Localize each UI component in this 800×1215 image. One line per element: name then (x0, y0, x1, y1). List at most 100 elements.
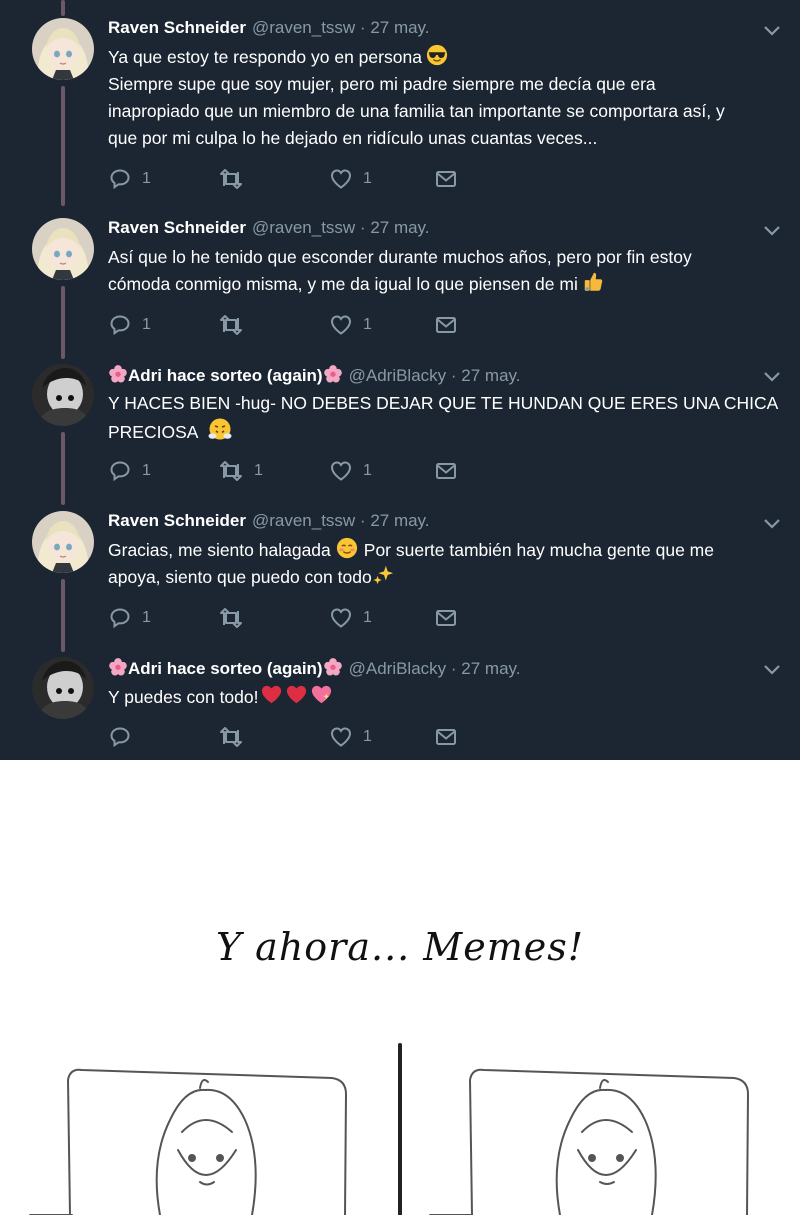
like-button[interactable]: 1 (329, 313, 372, 337)
tweet-header: Raven Schneider @raven_tssw · 27 may. (108, 218, 430, 237)
thread-line (61, 432, 65, 505)
retweet-count: 1 (254, 462, 263, 479)
reply-button[interactable] (108, 725, 142, 749)
retweet-icon (218, 167, 244, 191)
tweet-actions: 1 1 (108, 167, 488, 191)
thread-line (61, 0, 65, 16)
reply-button[interactable]: 1 (108, 313, 151, 337)
display-name[interactable]: Raven Schneider (108, 511, 246, 530)
flower-emoji-icon (323, 657, 343, 677)
tweet-text: Así que lo he tenido que esconder durant… (108, 247, 692, 294)
smiling-blush-emoji-icon (336, 537, 358, 559)
like-count: 1 (363, 609, 372, 626)
mail-icon (434, 725, 458, 749)
user-handle[interactable]: @AdriBlacky (349, 366, 447, 385)
avatar[interactable] (32, 218, 94, 280)
reply-button[interactable]: 1 (108, 459, 151, 483)
retweet-button[interactable] (218, 313, 254, 337)
face-with-steam-emoji-icon (208, 417, 232, 441)
tweet-text: Ya que estoy te respondo yo en persona S… (108, 44, 788, 152)
retweet-icon (218, 606, 244, 630)
heart-icon (329, 725, 353, 749)
display-name[interactable]: Raven Schneider (108, 218, 246, 237)
thread-line (61, 286, 65, 359)
like-count: 1 (363, 728, 372, 745)
tweet-header: Raven Schneider @raven_tssw · 27 may. (108, 511, 430, 530)
direct-message-button[interactable] (434, 725, 458, 749)
reply-count: 1 (142, 609, 151, 626)
direct-message-button[interactable] (434, 313, 458, 337)
chevron-down-icon[interactable] (762, 663, 782, 677)
flower-emoji-icon (323, 364, 343, 384)
reply-icon (108, 459, 132, 483)
reply-icon (108, 167, 132, 191)
sparkling-heart-emoji-icon (310, 683, 333, 706)
flower-emoji-icon (108, 657, 128, 677)
display-name[interactable]: Adri hace sorteo (again) (128, 366, 323, 385)
user-handle[interactable]: @raven_tssw (252, 511, 355, 530)
like-button[interactable]: 1 (329, 459, 372, 483)
comic-panels-illustration (29, 1043, 750, 1215)
user-handle[interactable]: @raven_tssw (252, 218, 355, 237)
heart-icon (329, 167, 353, 191)
thread-line (61, 86, 65, 206)
tweet-header: Adri hace sorteo (again) @AdriBlacky · 27… (108, 364, 521, 386)
tweet-actions: 1 (108, 725, 488, 749)
retweet-icon (218, 459, 244, 483)
chevron-down-icon[interactable] (762, 24, 782, 38)
chevron-down-icon[interactable] (762, 517, 782, 531)
display-name[interactable]: Adri hace sorteo (again) (128, 659, 323, 678)
thumbs-up-emoji-icon (582, 271, 604, 293)
tweet-text: Y HACES BIEN -hug- NO DEBES DEJAR QUE TE… (108, 393, 779, 442)
chevron-down-icon[interactable] (762, 224, 782, 238)
reply-icon (108, 725, 132, 749)
chevron-down-icon[interactable] (762, 370, 782, 384)
flower-emoji-icon (108, 364, 128, 384)
tweet-date[interactable]: 27 may. (370, 511, 429, 530)
like-count: 1 (363, 462, 372, 479)
direct-message-button[interactable] (434, 167, 458, 191)
tweet-text: Gracias, me siento halagada Por suerte ta… (108, 537, 788, 591)
display-name[interactable]: Raven Schneider (108, 18, 246, 37)
mail-icon (434, 459, 458, 483)
meme-title: Y ahora... Memes! (216, 925, 584, 969)
mail-icon (434, 167, 458, 191)
heart-icon (329, 459, 353, 483)
user-handle[interactable]: @raven_tssw (252, 18, 355, 37)
avatar[interactable] (32, 511, 94, 573)
red-heart-emoji-icon (260, 683, 283, 706)
heart-icon (329, 606, 353, 630)
direct-message-button[interactable] (434, 606, 458, 630)
tweet-header: Raven Schneider @raven_tssw · 27 may. (108, 18, 430, 37)
tweet-header: Adri hace sorteo (again) @AdriBlacky · 27… (108, 657, 521, 679)
like-button[interactable]: 1 (329, 606, 372, 630)
sparkles-emoji-icon (373, 564, 395, 586)
retweet-button[interactable]: 1 (218, 459, 263, 483)
avatar[interactable] (32, 364, 94, 426)
tweet-date[interactable]: 27 may. (370, 18, 429, 37)
tweet-date[interactable]: 27 may. (370, 218, 429, 237)
heart-icon (329, 313, 353, 337)
tweet-actions: 1 1 (108, 606, 488, 630)
reply-button[interactable]: 1 (108, 606, 151, 630)
like-count: 1 (363, 316, 372, 333)
retweet-icon (218, 313, 244, 337)
avatar[interactable] (32, 657, 94, 719)
retweet-icon (218, 725, 244, 749)
like-button[interactable]: 1 (329, 167, 372, 191)
reply-button[interactable]: 1 (108, 167, 151, 191)
retweet-button[interactable] (218, 725, 254, 749)
tweet-date[interactable]: 27 may. (461, 659, 520, 678)
user-handle[interactable]: @AdriBlacky (349, 659, 447, 678)
reply-icon (108, 606, 132, 630)
tweet-date[interactable]: 27 may. (461, 366, 520, 385)
tweet-actions: 1 1 (108, 313, 488, 337)
like-button[interactable]: 1 (329, 725, 372, 749)
retweet-button[interactable] (218, 167, 254, 191)
reply-icon (108, 313, 132, 337)
retweet-button[interactable] (218, 606, 254, 630)
reply-count: 1 (142, 170, 151, 187)
avatar[interactable] (32, 18, 94, 80)
tweet-actions: 1 1 1 (108, 459, 488, 483)
direct-message-button[interactable] (434, 459, 458, 483)
